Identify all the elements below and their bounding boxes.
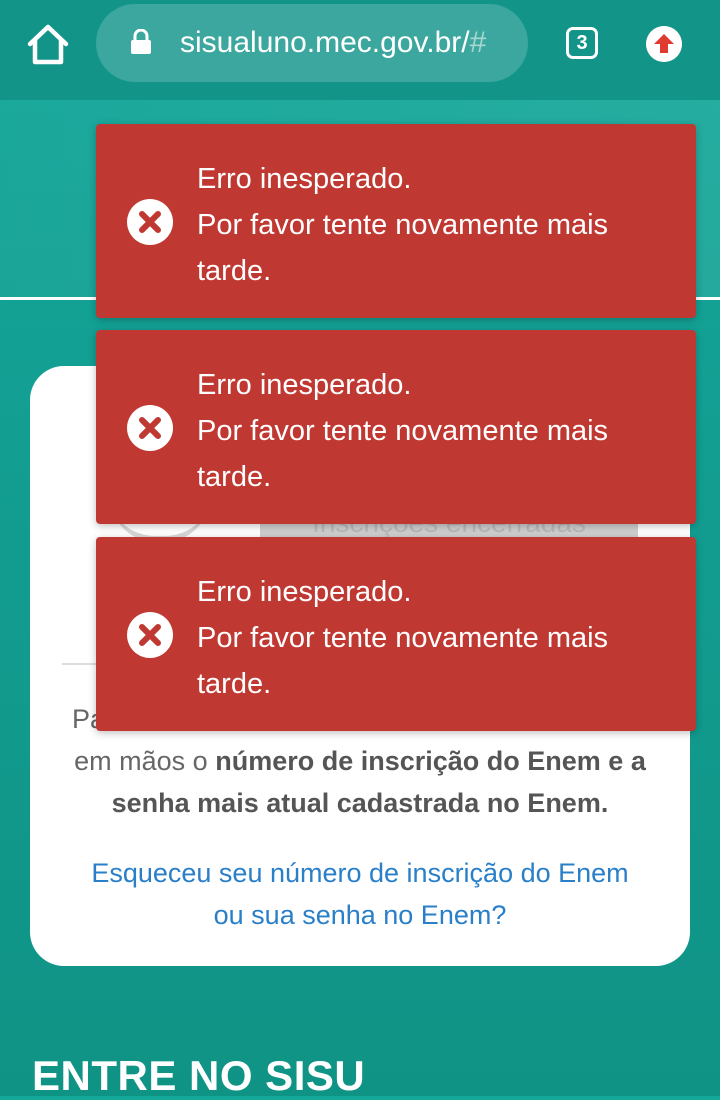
toast-message: Erro inesperado. Por favor tente novamen… — [197, 156, 677, 294]
home-icon[interactable] — [22, 18, 74, 70]
toast-title: Erro inesperado. — [197, 576, 412, 608]
toast-body-end: tarde. — [197, 668, 272, 700]
upload-arrow-icon[interactable] — [646, 26, 682, 62]
instructions-line-2: em mãos o número de inscrição do Enem e … — [50, 740, 670, 782]
toast-body: Por favor tente novamente mais — [197, 415, 609, 447]
url-faded: # — [469, 26, 487, 59]
instructions-bold-2: senha mais atual cadastrada no Enem. — [111, 788, 609, 818]
error-icon — [127, 199, 173, 245]
error-icon — [127, 612, 173, 658]
toast-body: Por favor tente novamente mais — [197, 622, 609, 654]
lock-icon — [131, 29, 151, 54]
url-main: sisualuno.mec.gov.br/ — [180, 26, 470, 59]
section-title: ENTRE NO SISU — [32, 1052, 366, 1099]
forgot-link-line-2[interactable]: ou sua senha no Enem? — [50, 894, 670, 936]
forgot-credentials-link[interactable]: Esqueceu seu número de inscrição do Enem… — [50, 852, 670, 936]
toast-message: Erro inesperado. Por favor tente novamen… — [197, 362, 677, 500]
instructions-line-3: senha mais atual cadastrada no Enem. — [50, 782, 670, 824]
error-icon — [127, 405, 173, 451]
tab-switcher-button[interactable]: 3 — [566, 27, 598, 59]
url-text: sisualuno.mec.gov.br/# — [180, 26, 510, 60]
toast-body-end: tarde. — [197, 255, 272, 287]
instructions-tail: em mãos o — [74, 746, 216, 776]
toast-body: Por favor tente novamente mais — [197, 209, 609, 241]
forgot-link-line-1[interactable]: Esqueceu seu número de inscrição do Enem — [50, 852, 670, 894]
error-toast[interactable]: Erro inesperado. Por favor tente novamen… — [96, 537, 696, 731]
error-toast[interactable]: Erro inesperado. Por favor tente novamen… — [96, 330, 696, 524]
toast-title: Erro inesperado. — [197, 163, 412, 195]
error-toast[interactable]: Erro inesperado. Por favor tente novamen… — [96, 124, 696, 318]
toast-message: Erro inesperado. Por favor tente novamen… — [197, 569, 677, 707]
instructions-bold-1: número de inscrição do Enem e a — [215, 746, 646, 776]
browser-toolbar: sisualuno.mec.gov.br/# 3 — [0, 0, 720, 100]
address-bar[interactable]: sisualuno.mec.gov.br/# — [96, 4, 528, 82]
toast-title: Erro inesperado. — [197, 369, 412, 401]
toast-body-end: tarde. — [197, 461, 272, 493]
